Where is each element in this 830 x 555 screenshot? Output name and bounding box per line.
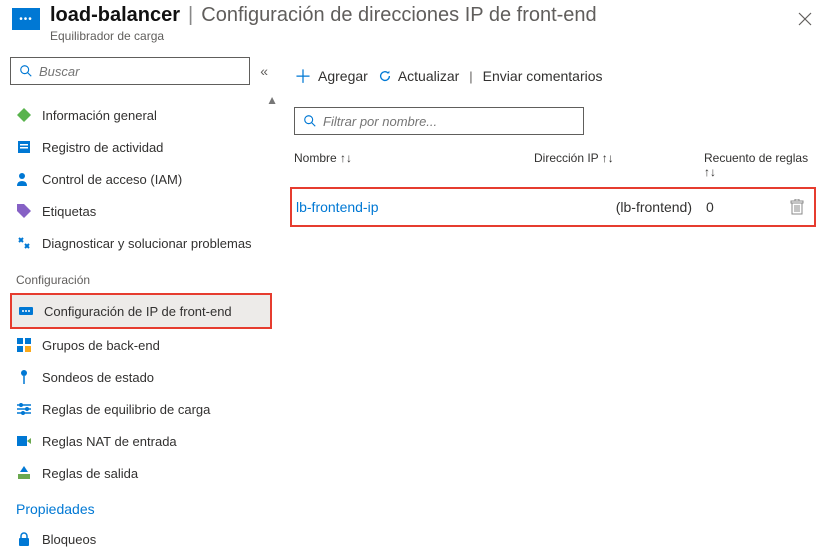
feedback-link[interactable]: Enviar comentarios bbox=[483, 68, 603, 84]
refresh-button[interactable]: Actualizar bbox=[378, 68, 459, 84]
page-header: load-balancer | Configuración de direcci… bbox=[0, 0, 830, 49]
close-button[interactable] bbox=[794, 8, 816, 30]
sidebar-item-label: Reglas de equilibrio de carga bbox=[42, 402, 210, 417]
filter-box[interactable] bbox=[294, 107, 584, 135]
outbound-rules-icon bbox=[16, 465, 32, 481]
highlighted-row: lb-frontend-ip (lb-frontend) 0 bbox=[290, 187, 816, 227]
sidebar-item-tags[interactable]: Etiquetas bbox=[10, 195, 272, 227]
sidebar-item-lb-rules[interactable]: Reglas de equilibrio de carga bbox=[10, 393, 272, 425]
title-separator: | bbox=[188, 4, 193, 27]
sidebar-item-overview[interactable]: Información general bbox=[10, 99, 272, 131]
overview-icon bbox=[16, 107, 32, 123]
locks-icon bbox=[16, 531, 32, 547]
sidebar-item-label: Grupos de back-end bbox=[42, 338, 160, 353]
add-button-label: Agregar bbox=[318, 68, 368, 84]
highlighted-selection: Configuración de IP de front-end bbox=[10, 293, 272, 329]
row-rules-count: 0 bbox=[706, 199, 790, 215]
resource-title: load-balancer bbox=[50, 4, 180, 27]
tags-icon bbox=[16, 203, 32, 219]
sidebar-item-label: Reglas de salida bbox=[42, 466, 138, 481]
load-balancer-icon bbox=[12, 8, 40, 30]
blade-title: Configuración de direcciones IP de front… bbox=[201, 4, 596, 27]
sidebar-item-label: Control de acceso (IAM) bbox=[42, 172, 182, 187]
sidebar-collapse-toggle[interactable]: « bbox=[256, 59, 272, 83]
sidebar-properties-link[interactable]: Propiedades bbox=[10, 489, 272, 523]
sidebar-item-label: Diagnosticar y solucionar problemas bbox=[42, 236, 252, 251]
table-row[interactable]: lb-frontend-ip (lb-frontend) 0 bbox=[292, 189, 814, 225]
health-probes-icon bbox=[16, 369, 32, 385]
frontend-ip-icon bbox=[18, 303, 34, 319]
refresh-button-label: Actualizar bbox=[398, 68, 459, 84]
plus-icon: ＋ bbox=[294, 63, 312, 89]
add-button[interactable]: ＋ Agregar bbox=[294, 63, 368, 89]
activity-log-icon bbox=[16, 139, 32, 155]
lb-rules-icon bbox=[16, 401, 32, 417]
col-header-rules[interactable]: Recuento de reglas ↑↓ bbox=[704, 151, 812, 179]
sidebar-item-label: Registro de actividad bbox=[42, 140, 163, 155]
trash-icon bbox=[790, 199, 804, 215]
close-icon bbox=[798, 12, 812, 26]
refresh-icon bbox=[378, 69, 392, 83]
resource-type-caption: Equilibrador de carga bbox=[50, 29, 597, 43]
sidebar-item-backend-pools[interactable]: Grupos de back-end bbox=[10, 329, 272, 361]
sidebar-item-label: Etiquetas bbox=[42, 204, 96, 219]
command-bar: ＋ Agregar Actualizar | Enviar comentario… bbox=[290, 59, 816, 107]
sidebar-item-label: Reglas NAT de entrada bbox=[42, 434, 177, 449]
col-header-ip[interactable]: Dirección IP ↑↓ bbox=[534, 151, 704, 179]
sidebar-item-diagnose[interactable]: Diagnosticar y solucionar problemas bbox=[10, 227, 272, 259]
sidebar-item-access-control[interactable]: Control de acceso (IAM) bbox=[10, 163, 272, 195]
sidebar-item-activity-log[interactable]: Registro de actividad bbox=[10, 131, 272, 163]
row-name-link[interactable]: lb-frontend-ip bbox=[296, 199, 536, 215]
sidebar-section-config: Configuración bbox=[10, 259, 272, 293]
sidebar-item-label: Información general bbox=[42, 108, 157, 123]
sidebar-item-label: Sondeos de estado bbox=[42, 370, 154, 385]
main-content: ＋ Agregar Actualizar | Enviar comentario… bbox=[276, 49, 830, 554]
backend-pools-icon bbox=[16, 337, 32, 353]
table-header: Nombre ↑↓ Dirección IP ↑↓ Recuento de re… bbox=[290, 145, 816, 185]
filter-search-icon bbox=[303, 114, 317, 128]
sidebar-item-label: Bloqueos bbox=[42, 532, 96, 547]
col-header-name[interactable]: Nombre ↑↓ bbox=[294, 151, 534, 179]
sidebar-item-outbound-rules[interactable]: Reglas de salida bbox=[10, 457, 272, 489]
inbound-nat-icon bbox=[16, 433, 32, 449]
row-ip-value: (lb-frontend) bbox=[536, 199, 706, 215]
sidebar-item-locks[interactable]: Bloqueos bbox=[10, 523, 272, 555]
sidebar-search[interactable] bbox=[10, 57, 250, 85]
sidebar-search-input[interactable] bbox=[39, 64, 241, 79]
diagnose-icon bbox=[16, 235, 32, 251]
sidebar-item-label: Configuración de IP de front-end bbox=[44, 304, 232, 319]
filter-input[interactable] bbox=[323, 114, 575, 129]
access-control-icon bbox=[16, 171, 32, 187]
delete-row-button[interactable] bbox=[790, 199, 810, 215]
sidebar-item-health-probes[interactable]: Sondeos de estado bbox=[10, 361, 272, 393]
search-icon bbox=[19, 64, 33, 78]
sidebar: « ▲ Información general Registro de acti… bbox=[0, 49, 276, 554]
sidebar-item-inbound-nat[interactable]: Reglas NAT de entrada bbox=[10, 425, 272, 457]
sidebar-item-frontend-ip-config[interactable]: Configuración de IP de front-end bbox=[12, 295, 270, 327]
